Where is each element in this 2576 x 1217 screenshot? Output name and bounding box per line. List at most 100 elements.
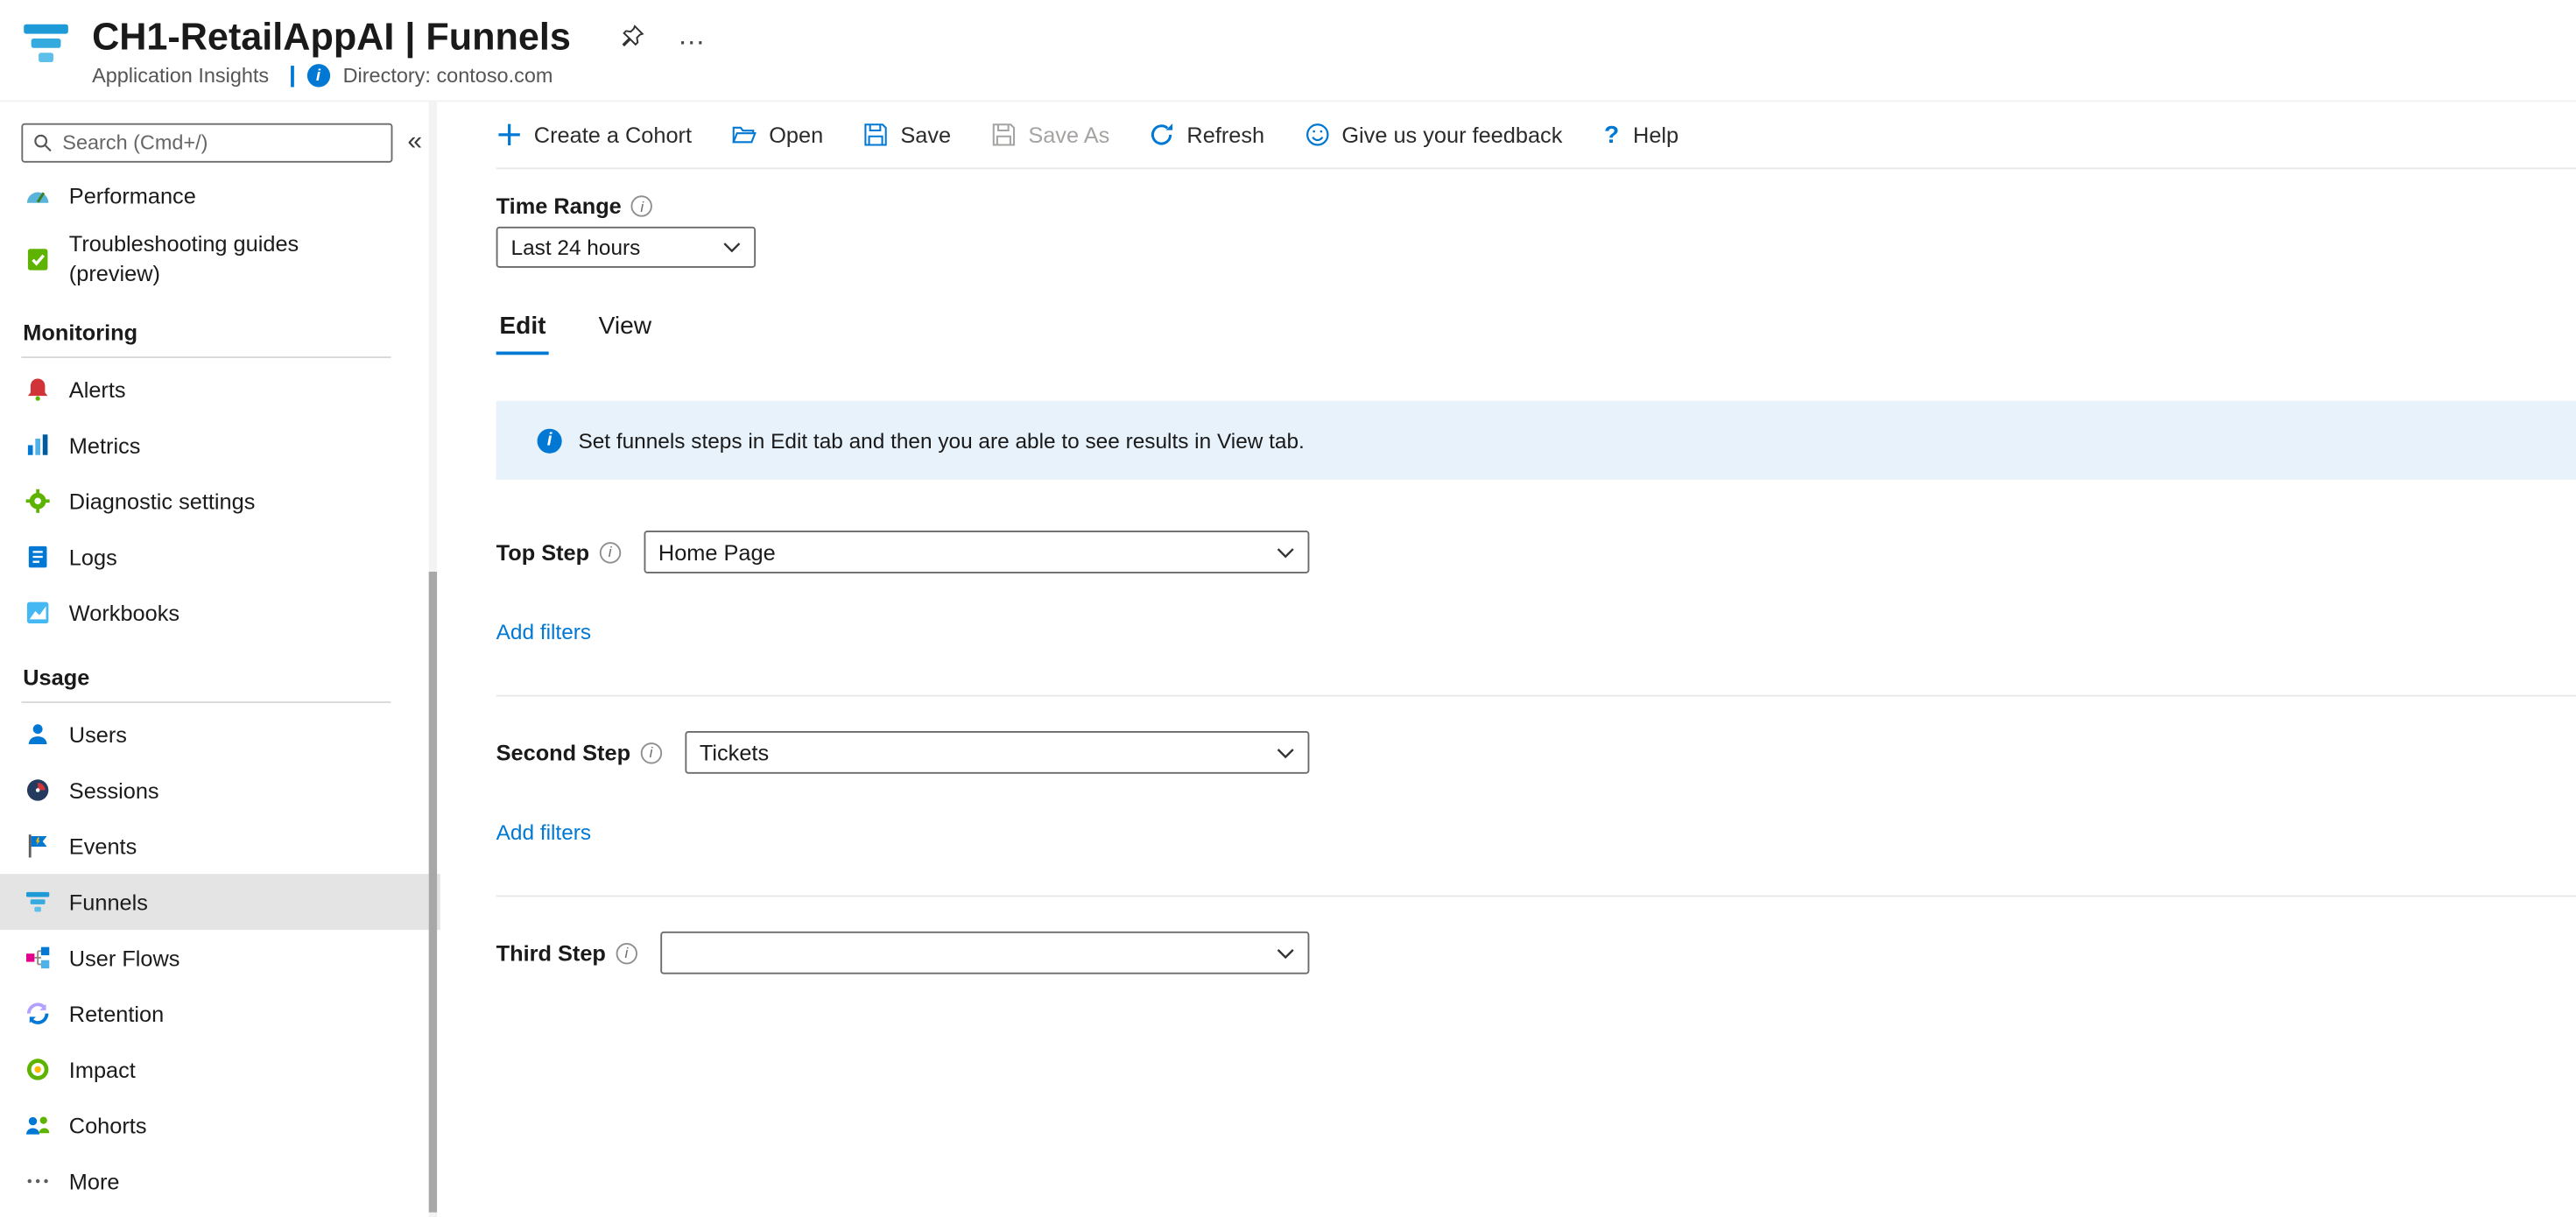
sidebar-item-diagnostic-settings[interactable]: Diagnostic settings [0,473,440,529]
cohorts-icon [25,1112,53,1138]
plus-icon [496,122,523,148]
sidebar-item-alerts[interactable]: Alerts [0,362,440,418]
second-step-value: Tickets [700,740,769,764]
second-step-select[interactable]: Tickets [685,731,1309,774]
step-divider [496,695,2576,697]
time-range-value: Last 24 hours [511,235,641,259]
sidebar-item-more[interactable]: More [0,1153,440,1209]
open-button[interactable]: Open [731,122,823,148]
funnels-logo-icon [21,21,70,100]
refresh-icon [1149,122,1175,148]
sidebar-item-label: Impact [69,1057,136,1081]
directory-info-icon: i [306,65,329,88]
sidebar-item-performance[interactable]: Performance [0,167,440,223]
step-divider [496,896,2576,897]
sidebar-section-monitoring: Monitoring [0,296,440,356]
sidebar-nav: Performance Troubleshooting guides (prev… [0,167,440,1209]
subtitle-divider [291,66,294,87]
save-as-icon [990,122,1017,148]
time-range-select[interactable]: Last 24 hours [496,227,756,268]
save-button[interactable]: Save [862,122,951,148]
search-icon [33,133,53,153]
top-step-add-filters-link[interactable]: Add filters [496,619,591,644]
feedback-button[interactable]: Give us your feedback [1304,122,1562,148]
sidebar-item-workbooks[interactable]: Workbooks [0,585,440,641]
sidebar-item-sessions[interactable]: Sessions [0,763,440,819]
sidebar-scrollbar[interactable] [429,572,437,1213]
header-more-icon[interactable]: … [678,28,706,45]
content-row: « Performance Troubleshooting guides (pr… [0,102,2576,1217]
sidebar-item-label: Sessions [69,777,159,802]
sidebar-item-users[interactable]: Users [0,707,440,763]
help-icon: ? [1601,121,1622,149]
top-step-label: Top Step i [496,539,621,564]
second-step-add-filters-link[interactable]: Add filters [496,820,591,844]
directory-label: Directory: contoso.com [343,65,553,88]
sidebar-item-logs[interactable]: Logs [0,529,440,585]
info-icon: i [616,942,637,963]
section-divider [21,701,391,703]
sidebar-item-label: Alerts [69,377,126,402]
sidebar-item-label: Retention [69,1002,164,1026]
pin-icon[interactable] [620,25,644,49]
save-label: Save [900,123,951,147]
search-box[interactable] [21,123,392,163]
performance-icon [25,182,53,208]
save-as-label: Save As [1028,123,1109,147]
refresh-button[interactable]: Refresh [1149,122,1264,148]
info-icon: i [640,742,661,763]
events-icon [25,833,53,859]
sidebar-item-label: User Flows [69,946,180,970]
top-step-select[interactable]: Home Page [644,531,1309,573]
metrics-icon [25,432,53,458]
tab-edit[interactable]: Edit [496,312,550,355]
workbooks-icon [25,600,53,626]
app-type-label: Application Insights [92,65,269,88]
feedback-label: Give us your feedback [1341,123,1562,147]
second-step-row: Second Step i Tickets [496,731,1310,774]
third-step-select[interactable] [660,932,1310,974]
info-banner: i Set funnels steps in Edit tab and then… [496,401,2576,480]
second-step-label: Second Step i [496,740,662,764]
banner-text: Set funnels steps in Edit tab and then y… [578,428,1304,453]
title-block: CH1-RetailAppAI | Funnels … Application … [92,15,706,101]
sidebar-item-label: Logs [69,545,117,569]
troubleshooting-guides-icon [25,246,53,272]
third-step-label: Third Step i [496,940,637,965]
info-icon: i [599,541,620,562]
search-input[interactable] [62,131,381,154]
help-label: Help [1633,123,1679,147]
time-range-label: Time Range i [496,193,2576,218]
sidebar-item-troubleshooting-guides[interactable]: Troubleshooting guides (preview) [0,223,440,296]
impact-icon [25,1056,53,1082]
sidebar-item-events[interactable]: Events [0,818,440,874]
chevron-down-icon [1277,546,1295,558]
sidebar-item-label: Workbooks [69,601,179,625]
tab-view[interactable]: View [595,312,655,355]
sidebar-item-user-flows[interactable]: User Flows [0,930,440,986]
folder-icon [731,122,757,148]
app-window: CH1-RetailAppAI | Funnels … Application … [0,0,2576,1217]
sidebar-item-label: Cohorts [69,1113,147,1137]
users-icon [25,721,53,748]
save-as-button[interactable]: Save As [990,122,1109,148]
help-button[interactable]: ? Help [1601,121,1679,149]
main-content: Create a Cohort Open Save Save As Refres… [440,102,2576,1217]
sessions-icon [25,777,53,803]
sidebar-collapse-icon[interactable]: « [407,130,422,156]
sidebar-item-impact[interactable]: Impact [0,1042,440,1098]
command-bar: Create a Cohort Open Save Save As Refres… [496,102,2576,169]
create-cohort-button[interactable]: Create a Cohort [496,122,692,148]
sidebar: « Performance Troubleshooting guides (pr… [0,102,440,1217]
info-icon: i [631,195,652,216]
sidebar-item-funnels[interactable]: Funnels [0,874,440,930]
sidebar-item-label: Metrics [69,433,141,457]
sidebar-item-retention[interactable]: Retention [0,986,440,1042]
sidebar-item-cohorts[interactable]: Cohorts [0,1097,440,1153]
sidebar-item-label: Events [69,834,137,858]
page-title: CH1-RetailAppAI | Funnels [92,15,571,59]
sidebar-item-metrics[interactable]: Metrics [0,418,440,474]
sidebar-item-label: Diagnostic settings [69,489,256,513]
alerts-icon [25,376,53,403]
funnel-editor: Time Range i Last 24 hours Edit View i S… [440,169,2576,974]
